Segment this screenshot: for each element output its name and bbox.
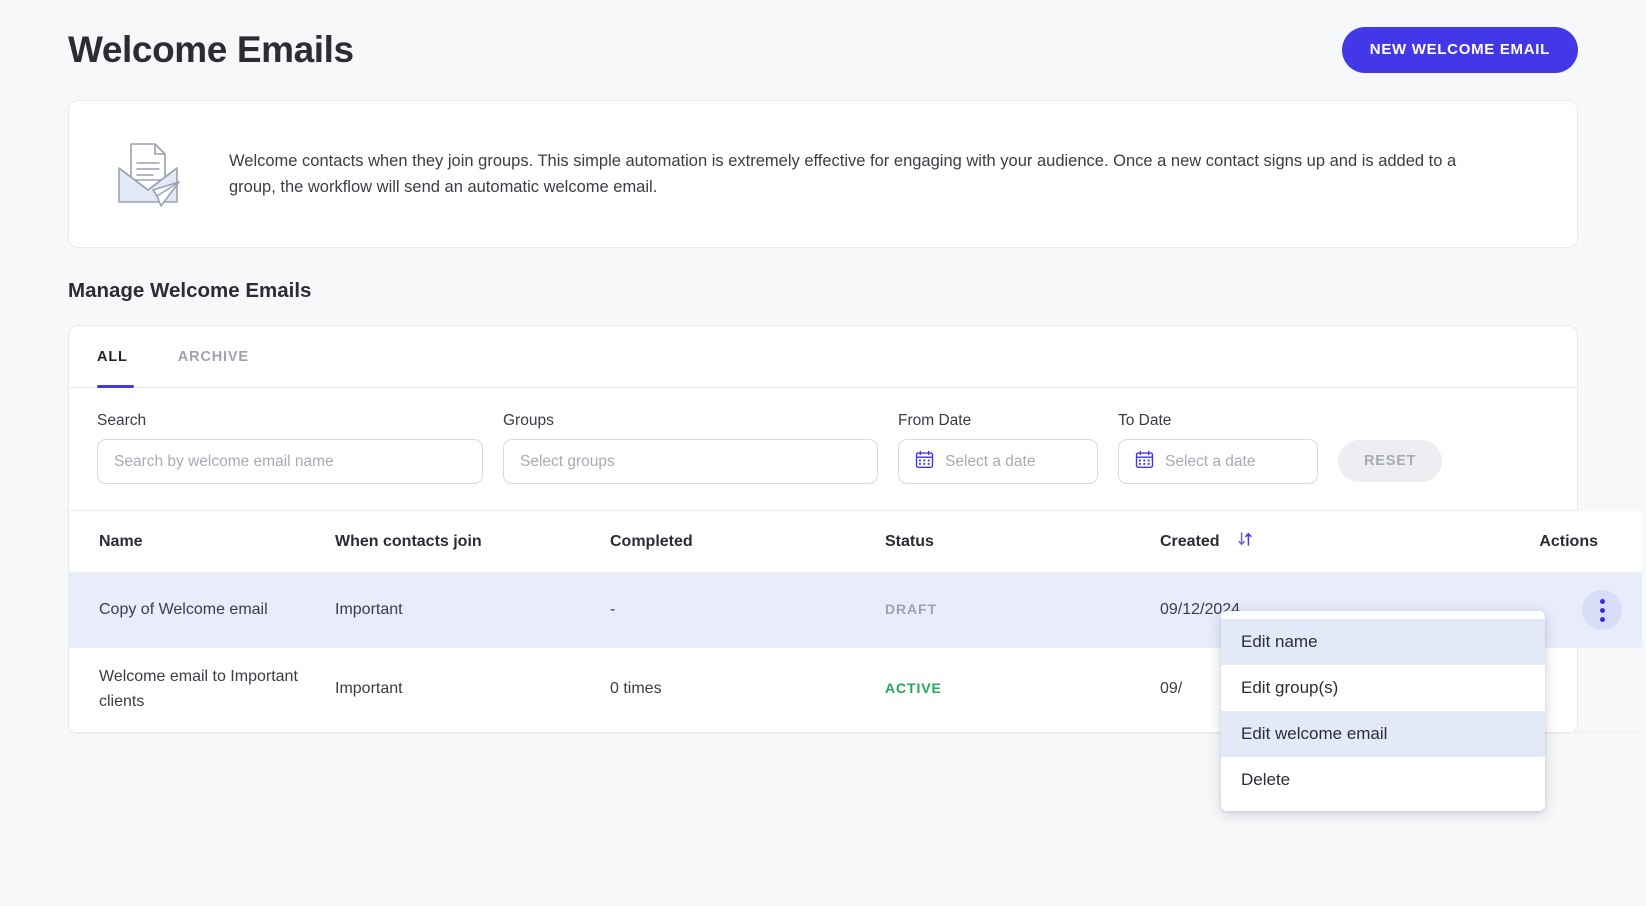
to-date-label: To Date (1118, 412, 1172, 429)
dot-icon (1599, 598, 1605, 604)
column-header-when: When contacts join (335, 511, 610, 573)
column-header-completed: Completed (610, 511, 885, 573)
tab-archive[interactable]: ARCHIVE (156, 326, 271, 387)
dot-icon (1599, 616, 1605, 622)
tab-all[interactable]: ALL (69, 326, 156, 388)
column-header-status: Status (885, 511, 1160, 573)
column-header-created[interactable]: Created (1160, 511, 1460, 573)
cell-status: DRAFT (885, 572, 1160, 648)
from-date-placeholder: Select a date (945, 452, 1036, 470)
page-root: Welcome Emails NEW WELCOME EMAIL Welcome… (0, 0, 1646, 812)
cell-status: ACTIVE (885, 647, 1160, 733)
search-input[interactable]: Search by welcome email name (97, 439, 483, 484)
tab-bar: ALL ARCHIVE (69, 326, 1577, 388)
envelope-document-icon (109, 138, 187, 210)
status-badge: DRAFT (885, 600, 937, 617)
groups-field-group: Groups Select groups (503, 412, 878, 484)
calendar-icon (915, 450, 934, 474)
column-header-created-label: Created (1160, 533, 1220, 550)
column-header-name: Name (69, 511, 335, 573)
table-header-row: Name When contacts join Completed Status… (69, 511, 1642, 573)
to-date-input[interactable]: Select a date (1118, 439, 1318, 484)
reset-button[interactable]: RESET (1338, 440, 1443, 482)
cell-when: Important (335, 572, 610, 648)
page-title: Welcome Emails (68, 29, 354, 70)
calendar-icon (1135, 450, 1154, 474)
status-badge: ACTIVE (885, 680, 942, 697)
row-actions-menu-button[interactable] (1582, 590, 1622, 630)
groups-label: Groups (503, 412, 554, 429)
section-title: Manage Welcome Emails (68, 279, 312, 302)
from-date-input[interactable]: Select a date (898, 439, 1098, 484)
search-placeholder: Search by welcome email name (114, 452, 334, 470)
page-header: Welcome Emails NEW WELCOME EMAIL (68, 0, 1578, 100)
menu-item-edit-welcome-email[interactable]: Edit welcome email (1221, 711, 1545, 758)
from-date-label: From Date (898, 412, 972, 429)
cell-name: Copy of Welcome email (69, 572, 335, 648)
to-date-field-group: To Date Select a date (1118, 412, 1318, 484)
cell-completed: - (610, 572, 885, 648)
new-welcome-email-button[interactable]: NEW WELCOME EMAIL (1341, 27, 1578, 73)
from-date-field-group: From Date Select a date (898, 412, 1098, 484)
menu-item-edit-groups[interactable]: Edit group(s) (1221, 665, 1545, 711)
filter-bar: Search Search by welcome email name Grou… (69, 388, 1577, 511)
cell-name: Welcome email to Important clients (69, 647, 335, 733)
groups-select[interactable]: Select groups (503, 439, 878, 484)
info-card-text: Welcome contacts when they join groups. … (229, 151, 1457, 196)
column-header-actions: Actions (1460, 511, 1642, 573)
to-date-placeholder: Select a date (1165, 452, 1256, 470)
sort-updown-icon[interactable] (1236, 530, 1254, 553)
menu-item-edit-name[interactable]: Edit name (1221, 619, 1545, 666)
cell-completed: 0 times (610, 647, 885, 733)
dot-icon (1599, 607, 1605, 613)
row-actions-dropdown: Edit name Edit group(s) Edit welcome ema… (1221, 611, 1545, 812)
menu-item-delete[interactable]: Delete (1221, 757, 1545, 803)
cell-when: Important (335, 647, 610, 733)
groups-placeholder: Select groups (520, 452, 615, 470)
info-card: Welcome contacts when they join groups. … (68, 100, 1578, 248)
search-field-group: Search Search by welcome email name (97, 412, 483, 484)
search-label: Search (97, 412, 147, 429)
